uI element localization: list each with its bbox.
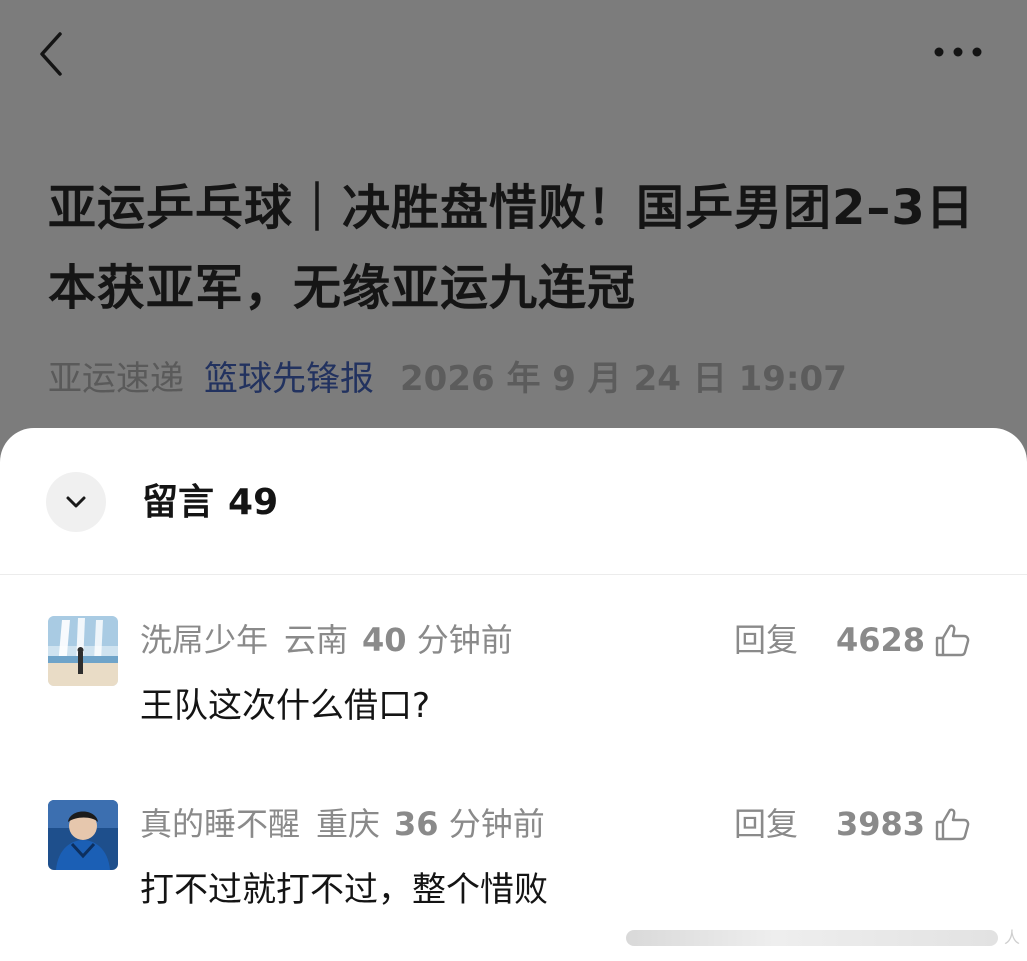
reply-button[interactable]: 回复: [734, 800, 798, 848]
comments-title: 留言 49: [142, 480, 278, 526]
collapse-comments-button[interactable]: [46, 472, 106, 532]
watermark-text: 人: [1004, 928, 1021, 947]
more-dots-icon: [934, 47, 982, 57]
chevron-down-icon: [66, 496, 86, 508]
back-button[interactable]: [30, 26, 80, 82]
comment-time: 40 分钟前: [362, 621, 513, 659]
thumbs-up-icon: [935, 624, 970, 657]
collection-tag[interactable]: 亚运速递: [48, 359, 184, 399]
avatar-image: [48, 616, 118, 686]
thumbs-up-icon: [935, 808, 970, 841]
comment-text: 王队这次什么借口?: [140, 686, 431, 726]
more-options-button[interactable]: [926, 34, 990, 70]
comments-count: 49: [228, 482, 279, 523]
like-button[interactable]: 3983: [836, 800, 971, 848]
account-name-link[interactable]: 篮球先锋报: [204, 359, 374, 399]
like-count: 3983: [836, 805, 926, 843]
publish-datetime: 2026 年 9 月 24 日 19:07: [400, 359, 847, 399]
commenter-location: 云南: [284, 621, 349, 659]
like-count: 4628: [836, 621, 926, 659]
reply-button[interactable]: 回复: [734, 616, 798, 664]
comment-text: 打不过就打不过，整个惜败: [140, 870, 548, 910]
commenter-name[interactable]: 真的睡不醒: [140, 805, 300, 843]
avatar[interactable]: [48, 616, 118, 686]
comment-meta: 真的睡不醒 重庆 36 分钟前: [140, 800, 545, 848]
avatar[interactable]: [48, 800, 118, 870]
comment-meta: 洗屌少年 云南 40 分钟前: [140, 616, 513, 664]
watermark: 人: [626, 926, 1020, 950]
article-meta: 亚运速递 篮球先锋报 2026 年 9 月 24 日 19:07: [48, 356, 867, 402]
like-button[interactable]: 4628: [836, 616, 971, 664]
commenter-name[interactable]: 洗屌少年: [140, 621, 268, 659]
commenter-location: 重庆: [316, 805, 381, 843]
comment-item: 洗屌少年 云南 40 分钟前 回复 4628 王队这次什么借口?: [0, 616, 1027, 776]
comments-label: 留言: [142, 482, 215, 523]
comments-header: 留言 49: [0, 428, 1027, 575]
article-title: 亚运乒乓球｜决胜盘惜败！国乒男团2–3日本获亚军，无缘亚运九连冠: [48, 180, 975, 316]
avatar-image: [48, 800, 118, 870]
back-arrow-icon: [40, 32, 62, 76]
comment-time: 36 分钟前: [394, 805, 545, 843]
watermark-bar: [626, 930, 998, 946]
comments-sheet: 留言 49 洗屌少年 云南 40 分钟前 回复 4628 王队这次什么借口? 真…: [0, 428, 1027, 961]
